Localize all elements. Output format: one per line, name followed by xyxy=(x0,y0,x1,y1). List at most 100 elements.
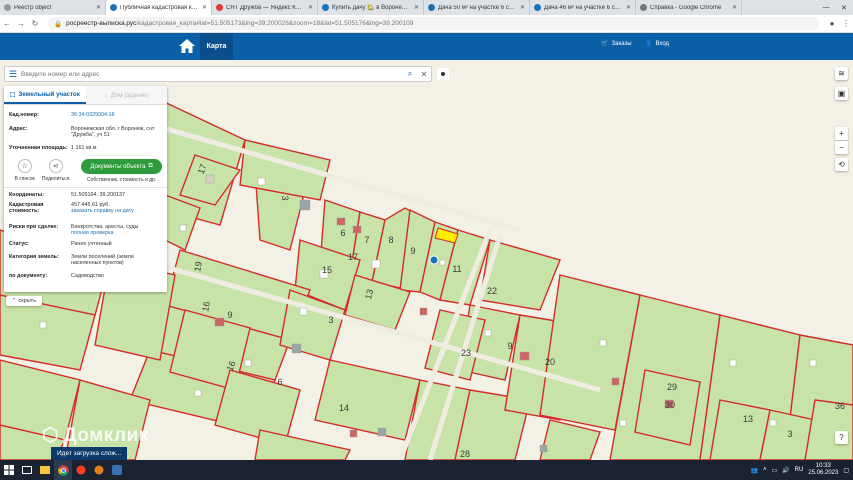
browser-tab-label: Публичная кадастровая ка... xyxy=(120,4,199,11)
os-taskbar xyxy=(0,460,853,480)
parcel-number-label: 36 xyxy=(835,401,845,411)
location-dot-button[interactable] xyxy=(437,68,449,80)
url-host: росреестр-выписка.рус xyxy=(66,20,137,27)
browser-tab[interactable]: Купить дачу 🏡 в Воронеже... ✕ xyxy=(318,0,424,15)
zoom-in-button[interactable]: + xyxy=(835,127,848,140)
full-check-link[interactable]: полная проверка xyxy=(71,230,162,236)
tab-land-plot[interactable]: ⬚ Земельный участок xyxy=(4,86,86,104)
land-icon: ⬚ xyxy=(9,90,16,98)
parcel-number-label: 3 xyxy=(328,315,333,325)
network-icon[interactable]: ▭ xyxy=(771,467,777,474)
close-tab-icon[interactable]: ✕ xyxy=(520,4,525,11)
search-icon[interactable]: ⌕ xyxy=(403,69,417,79)
documents-button[interactable]: Документы объекта ⧉ xyxy=(81,159,162,174)
parcel-number-label: 20 xyxy=(545,357,555,367)
explorer-icon[interactable] xyxy=(36,460,54,480)
browser-tab-strip: Реестр object ✕ Публичная кадастровая ка..… xyxy=(0,0,853,15)
forward-icon[interactable]: → xyxy=(14,19,28,28)
menu-icon[interactable]: ☰ xyxy=(5,69,21,80)
parcel-number-label: 6 xyxy=(277,377,282,387)
minus-icon: − xyxy=(839,143,844,152)
browser-tab[interactable]: Дача 46 м² на участке 6 сот... ✕ xyxy=(530,0,636,15)
parcel-number-label: 28 xyxy=(460,449,470,459)
close-tab-icon[interactable]: ✕ xyxy=(96,4,101,11)
close-tab-icon[interactable]: ✕ xyxy=(202,4,207,11)
download-toast[interactable]: Идет загрузка слож... xyxy=(51,447,127,460)
url-field[interactable]: 🔒 росреестр-выписка.рус/кадастровая_карт… xyxy=(48,17,819,30)
browser-tab[interactable]: Реестр object ✕ xyxy=(0,0,106,15)
order-cost-link[interactable]: заказать справку на дату xyxy=(71,208,162,214)
location-marker xyxy=(429,255,439,265)
documents-button-label: Документы объекта xyxy=(90,163,146,170)
back-icon[interactable]: ← xyxy=(0,19,14,28)
parcel[interactable] xyxy=(709,399,771,460)
profile-icon[interactable]: ● xyxy=(825,19,839,28)
building xyxy=(244,359,252,367)
search-input[interactable] xyxy=(21,70,403,78)
tab-building[interactable]: ⌂ Дом (здание) xyxy=(85,86,167,104)
start-icon[interactable] xyxy=(0,460,18,480)
orders-button[interactable]: 🛒 Заказы xyxy=(601,40,632,48)
chrome-icon[interactable] xyxy=(54,460,72,480)
browser-menu-icon[interactable]: ⋮ xyxy=(839,19,853,28)
clear-icon[interactable]: ✕ xyxy=(417,70,431,79)
cad-number-value[interactable]: 36:34:0329004:18 xyxy=(71,112,162,126)
minimize-icon[interactable]: — xyxy=(817,0,835,15)
parcel-number-label: 30 xyxy=(665,400,675,410)
browser-tab[interactable]: СНТ Дружба — Яндекс Карт... ✕ xyxy=(212,0,318,15)
browser-tab[interactable]: Дача 50 м² на участке 6 сот... ✕ xyxy=(424,0,530,15)
language-indicator[interactable]: RU xyxy=(795,467,804,473)
parcel-number-label: 29 xyxy=(667,382,677,392)
building xyxy=(299,199,311,211)
volume-icon[interactable]: 🔊 xyxy=(782,467,789,474)
browser-tab[interactable]: Публичная кадастровая ка... ✕ xyxy=(106,0,212,15)
measure-button[interactable]: ⟲ xyxy=(835,158,848,171)
building xyxy=(729,359,737,367)
building xyxy=(439,259,446,266)
favicon-icon xyxy=(110,4,117,11)
share-button[interactable]: ⋖ Поделиться xyxy=(40,159,71,182)
zoom-out-button[interactable]: − xyxy=(835,141,848,154)
basemap-button[interactable]: ▣ xyxy=(835,87,848,100)
login-button[interactable]: 👤 Вход xyxy=(645,40,670,48)
notifications-icon[interactable]: ▢ xyxy=(843,467,849,474)
building xyxy=(377,427,387,437)
media-icon[interactable] xyxy=(90,460,108,480)
layers-button[interactable]: ≋ xyxy=(835,67,848,80)
building xyxy=(39,321,47,329)
risk-key: Риски при сделке: xyxy=(9,224,59,230)
browser-tab[interactable]: Справка - Google Chrome ✕ xyxy=(636,0,742,15)
yandex-browser-icon[interactable] xyxy=(72,460,90,480)
add-to-list-button[interactable]: ☆ В список xyxy=(9,159,40,182)
close-tab-icon[interactable]: ✕ xyxy=(308,4,313,11)
app-icon[interactable] xyxy=(108,460,126,480)
reload-icon[interactable]: ↻ xyxy=(28,19,42,28)
building xyxy=(257,177,266,186)
building xyxy=(809,359,817,367)
favicon-icon xyxy=(640,4,647,11)
close-tab-icon[interactable]: ✕ xyxy=(626,4,631,11)
clock[interactable]: 10:33 25.06.2023 xyxy=(808,463,838,477)
building xyxy=(619,419,627,427)
documents-subtitle: Собственник, стоимость и др. xyxy=(87,177,157,183)
building-icon: ⌂ xyxy=(103,91,108,99)
people-icon[interactable]: 👥 xyxy=(750,467,757,474)
help-button[interactable]: ? xyxy=(835,431,848,444)
close-window-icon[interactable]: ✕ xyxy=(835,0,853,15)
tab-map[interactable]: Карта xyxy=(200,33,233,60)
parcel-number-label: 9 xyxy=(507,341,512,351)
close-tab-icon[interactable]: ✕ xyxy=(414,4,419,11)
area-key: Уточненная площадь: xyxy=(9,145,68,151)
parcel-number-label: 19 xyxy=(192,261,204,273)
close-tab-icon[interactable]: ✕ xyxy=(732,4,737,11)
task-view-icon[interactable] xyxy=(18,460,36,480)
collapse-label: скрыть xyxy=(18,298,37,304)
watermark-logo: ⬡ Домклик xyxy=(42,424,149,447)
parcel-number-label: 3 xyxy=(280,195,290,200)
login-label: Вход xyxy=(655,40,670,47)
domclick-logo-icon: ⬡ xyxy=(42,425,60,446)
parcel-number-label: 23 xyxy=(461,348,471,358)
collapse-panel-button[interactable]: ⌃ скрыть xyxy=(6,296,42,306)
tray-chevron-icon[interactable]: ˄ xyxy=(763,467,767,473)
home-icon[interactable] xyxy=(178,38,196,54)
